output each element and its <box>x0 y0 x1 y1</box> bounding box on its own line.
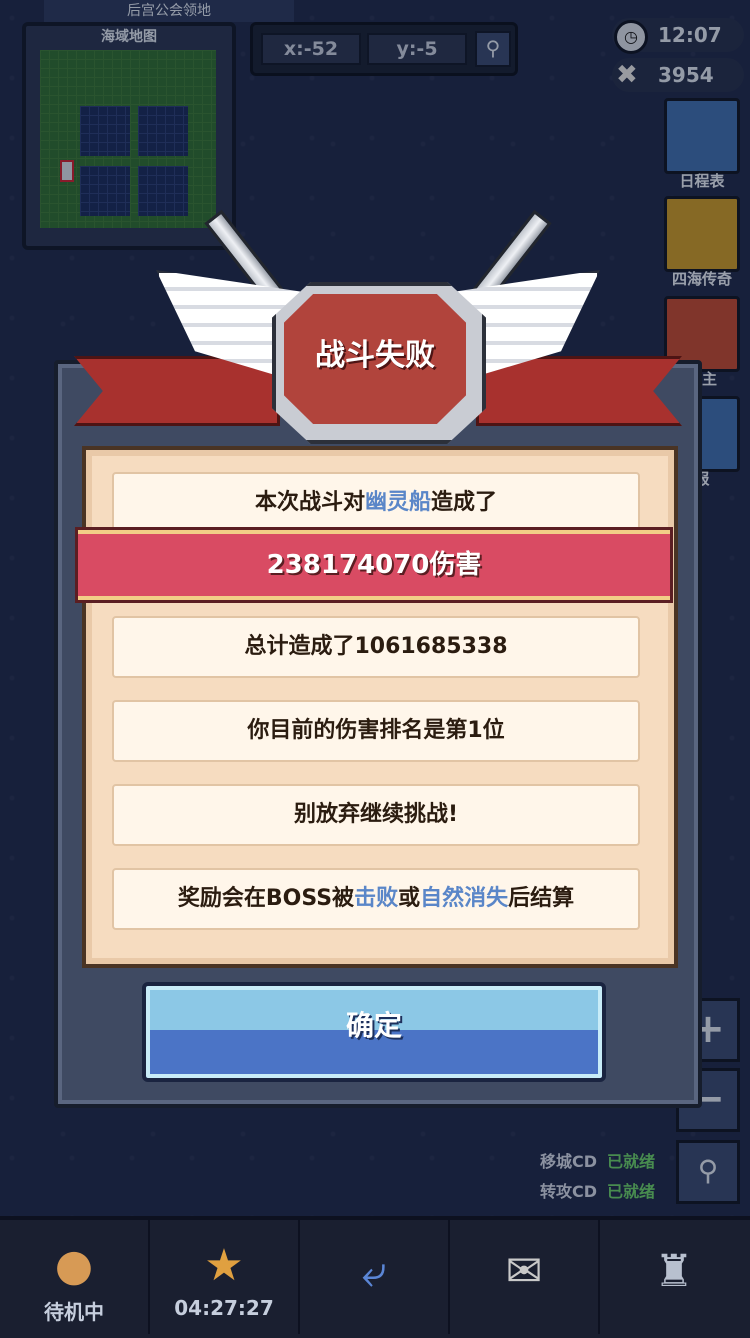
damage-value: 238174070伤害 <box>78 530 670 600</box>
reward-info-row: 奖励会在BOSS被击败或自然消失后结算 <box>112 868 640 930</box>
confirm-button-label[interactable]: 确定 <box>142 1004 606 1044</box>
balloon-icon: ● <box>54 1240 94 1291</box>
tab-idle[interactable]: ● 待机中 <box>0 1220 150 1334</box>
reward-pre: 奖励会在BOSS被 <box>177 886 355 911</box>
tab-medal[interactable]: ★ 04:27:27 <box>150 1220 300 1334</box>
damage-intro-row: 本次战斗对幽灵船造成了 <box>112 472 640 534</box>
encourage-row: 别放弃继续挑战! <box>112 784 640 846</box>
reward-post: 后结算 <box>508 886 575 911</box>
mail-icon: ✉ <box>505 1246 543 1297</box>
reward-vanish: 自然消失 <box>420 886 509 911</box>
tab-tower[interactable]: ♜ <box>600 1220 748 1334</box>
star-medal-icon: ★ <box>204 1240 244 1291</box>
total-damage-row: 总计造成了1061685338 <box>112 616 640 678</box>
tab-idle-label: 待机中 <box>44 1300 104 1324</box>
tab-mail[interactable]: ✉ <box>450 1220 600 1334</box>
tab-return[interactable]: ⤶ <box>300 1220 450 1334</box>
boss-name: 幽灵船 <box>364 490 431 515</box>
reward-or: 或 <box>398 886 421 911</box>
tower-icon: ♜ <box>654 1246 694 1297</box>
dialog-title: 战斗失败 <box>315 338 435 373</box>
damage-intro-post: 造成了 <box>431 490 498 515</box>
tab-medal-timer: 04:27:27 <box>174 1296 274 1320</box>
return-arrow-icon: ⤶ <box>361 1246 387 1297</box>
damage-intro-pre: 本次战斗对 <box>254 490 365 515</box>
reward-kill: 击败 <box>354 886 399 911</box>
rank-row: 你目前的伤害排名是第1位 <box>112 700 640 762</box>
